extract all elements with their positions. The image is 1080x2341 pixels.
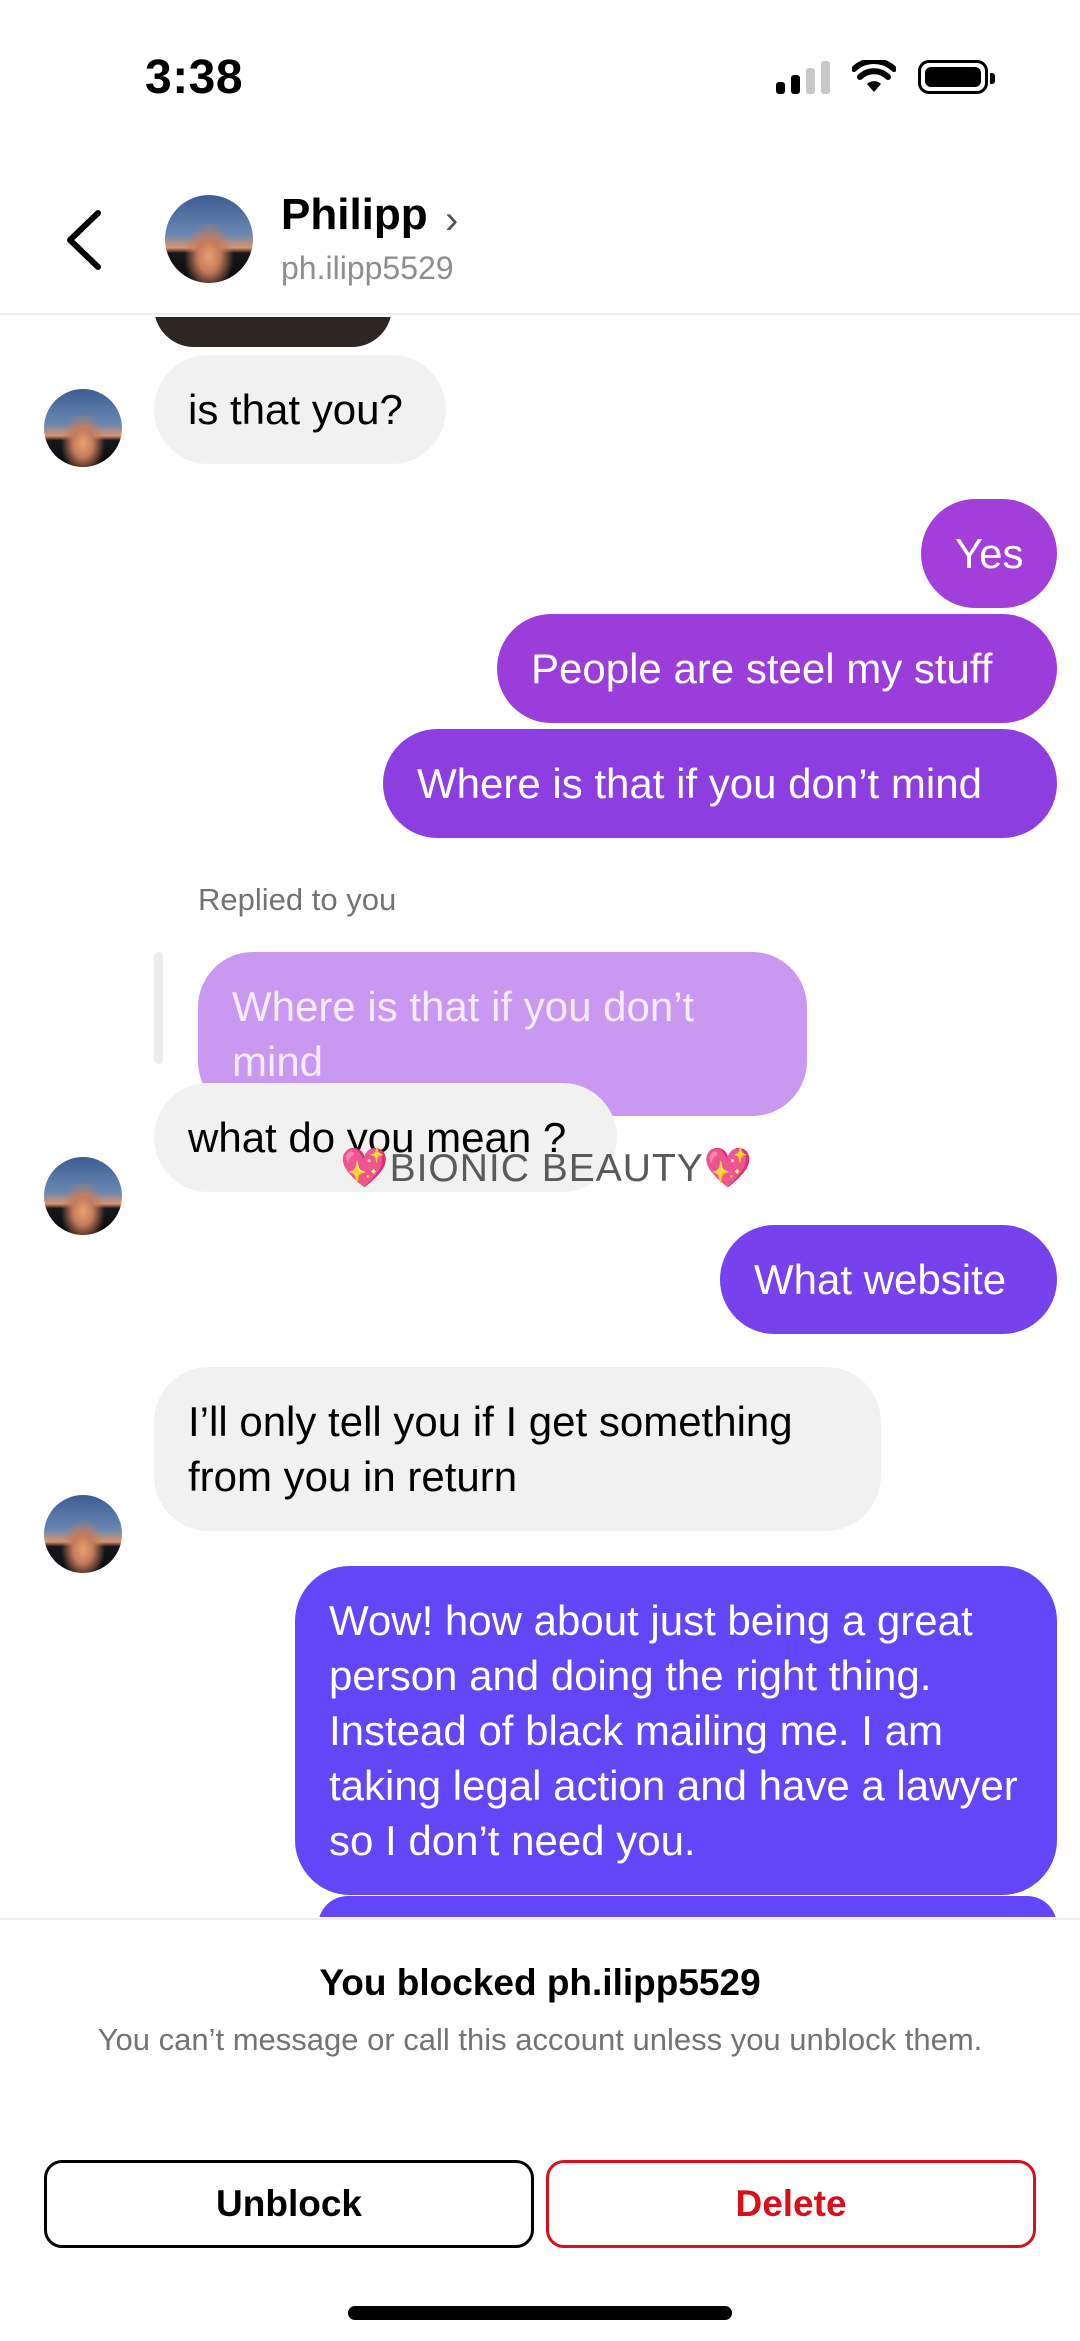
status-icons [776, 60, 995, 94]
blocked-panel: You blocked ph.ilipp5529 You can’t messa… [0, 1918, 1080, 2341]
blocked-title: You blocked ph.ilipp5529 [319, 1962, 761, 2003]
home-indicator[interactable] [348, 2306, 732, 2320]
watermark: 💖BIONIC BEAUTY💖 [340, 1147, 754, 1190]
contact-avatar[interactable] [165, 195, 253, 283]
outgoing-message-partial[interactable] [318, 1896, 1057, 1917]
back-arrow-icon[interactable] [60, 205, 110, 275]
reply-label: Replied to you [198, 882, 397, 917]
outgoing-message[interactable]: Wow! how about just being a great person… [295, 1566, 1057, 1895]
blocked-description: You can’t message or call this account u… [97, 2022, 983, 2057]
wifi-icon [852, 60, 896, 92]
sender-avatar [44, 1495, 122, 1573]
contact-name[interactable]: Philipp [281, 190, 428, 240]
outgoing-message[interactable]: What website [720, 1225, 1057, 1334]
incoming-message[interactable]: is that you? [154, 355, 446, 464]
photo-message[interactable] [154, 317, 392, 347]
delete-button[interactable]: Delete [546, 2160, 1036, 2248]
unblock-button[interactable]: Unblock [44, 2160, 534, 2248]
outgoing-message[interactable]: Where is that if you don’t mind [383, 729, 1057, 838]
incoming-message[interactable]: I’ll only tell you if I get something fr… [154, 1367, 881, 1531]
sender-avatar [44, 389, 122, 467]
message-thread[interactable]: is that you? Yes People are steel my stu… [0, 317, 1080, 1917]
reply-indicator [154, 952, 163, 1064]
battery-icon [918, 60, 995, 94]
sender-avatar [44, 1157, 122, 1235]
outgoing-message[interactable]: People are steel my stuff [497, 614, 1057, 723]
status-time: 3:38 [145, 51, 244, 104]
chevron-right-icon[interactable]: › [445, 198, 458, 243]
contact-username[interactable]: ph.ilipp5529 [281, 250, 454, 287]
chat-header: Philipp › ph.ilipp5529 [0, 150, 1080, 315]
cellular-signal-icon [776, 60, 830, 94]
outgoing-message[interactable]: Yes [921, 499, 1057, 608]
